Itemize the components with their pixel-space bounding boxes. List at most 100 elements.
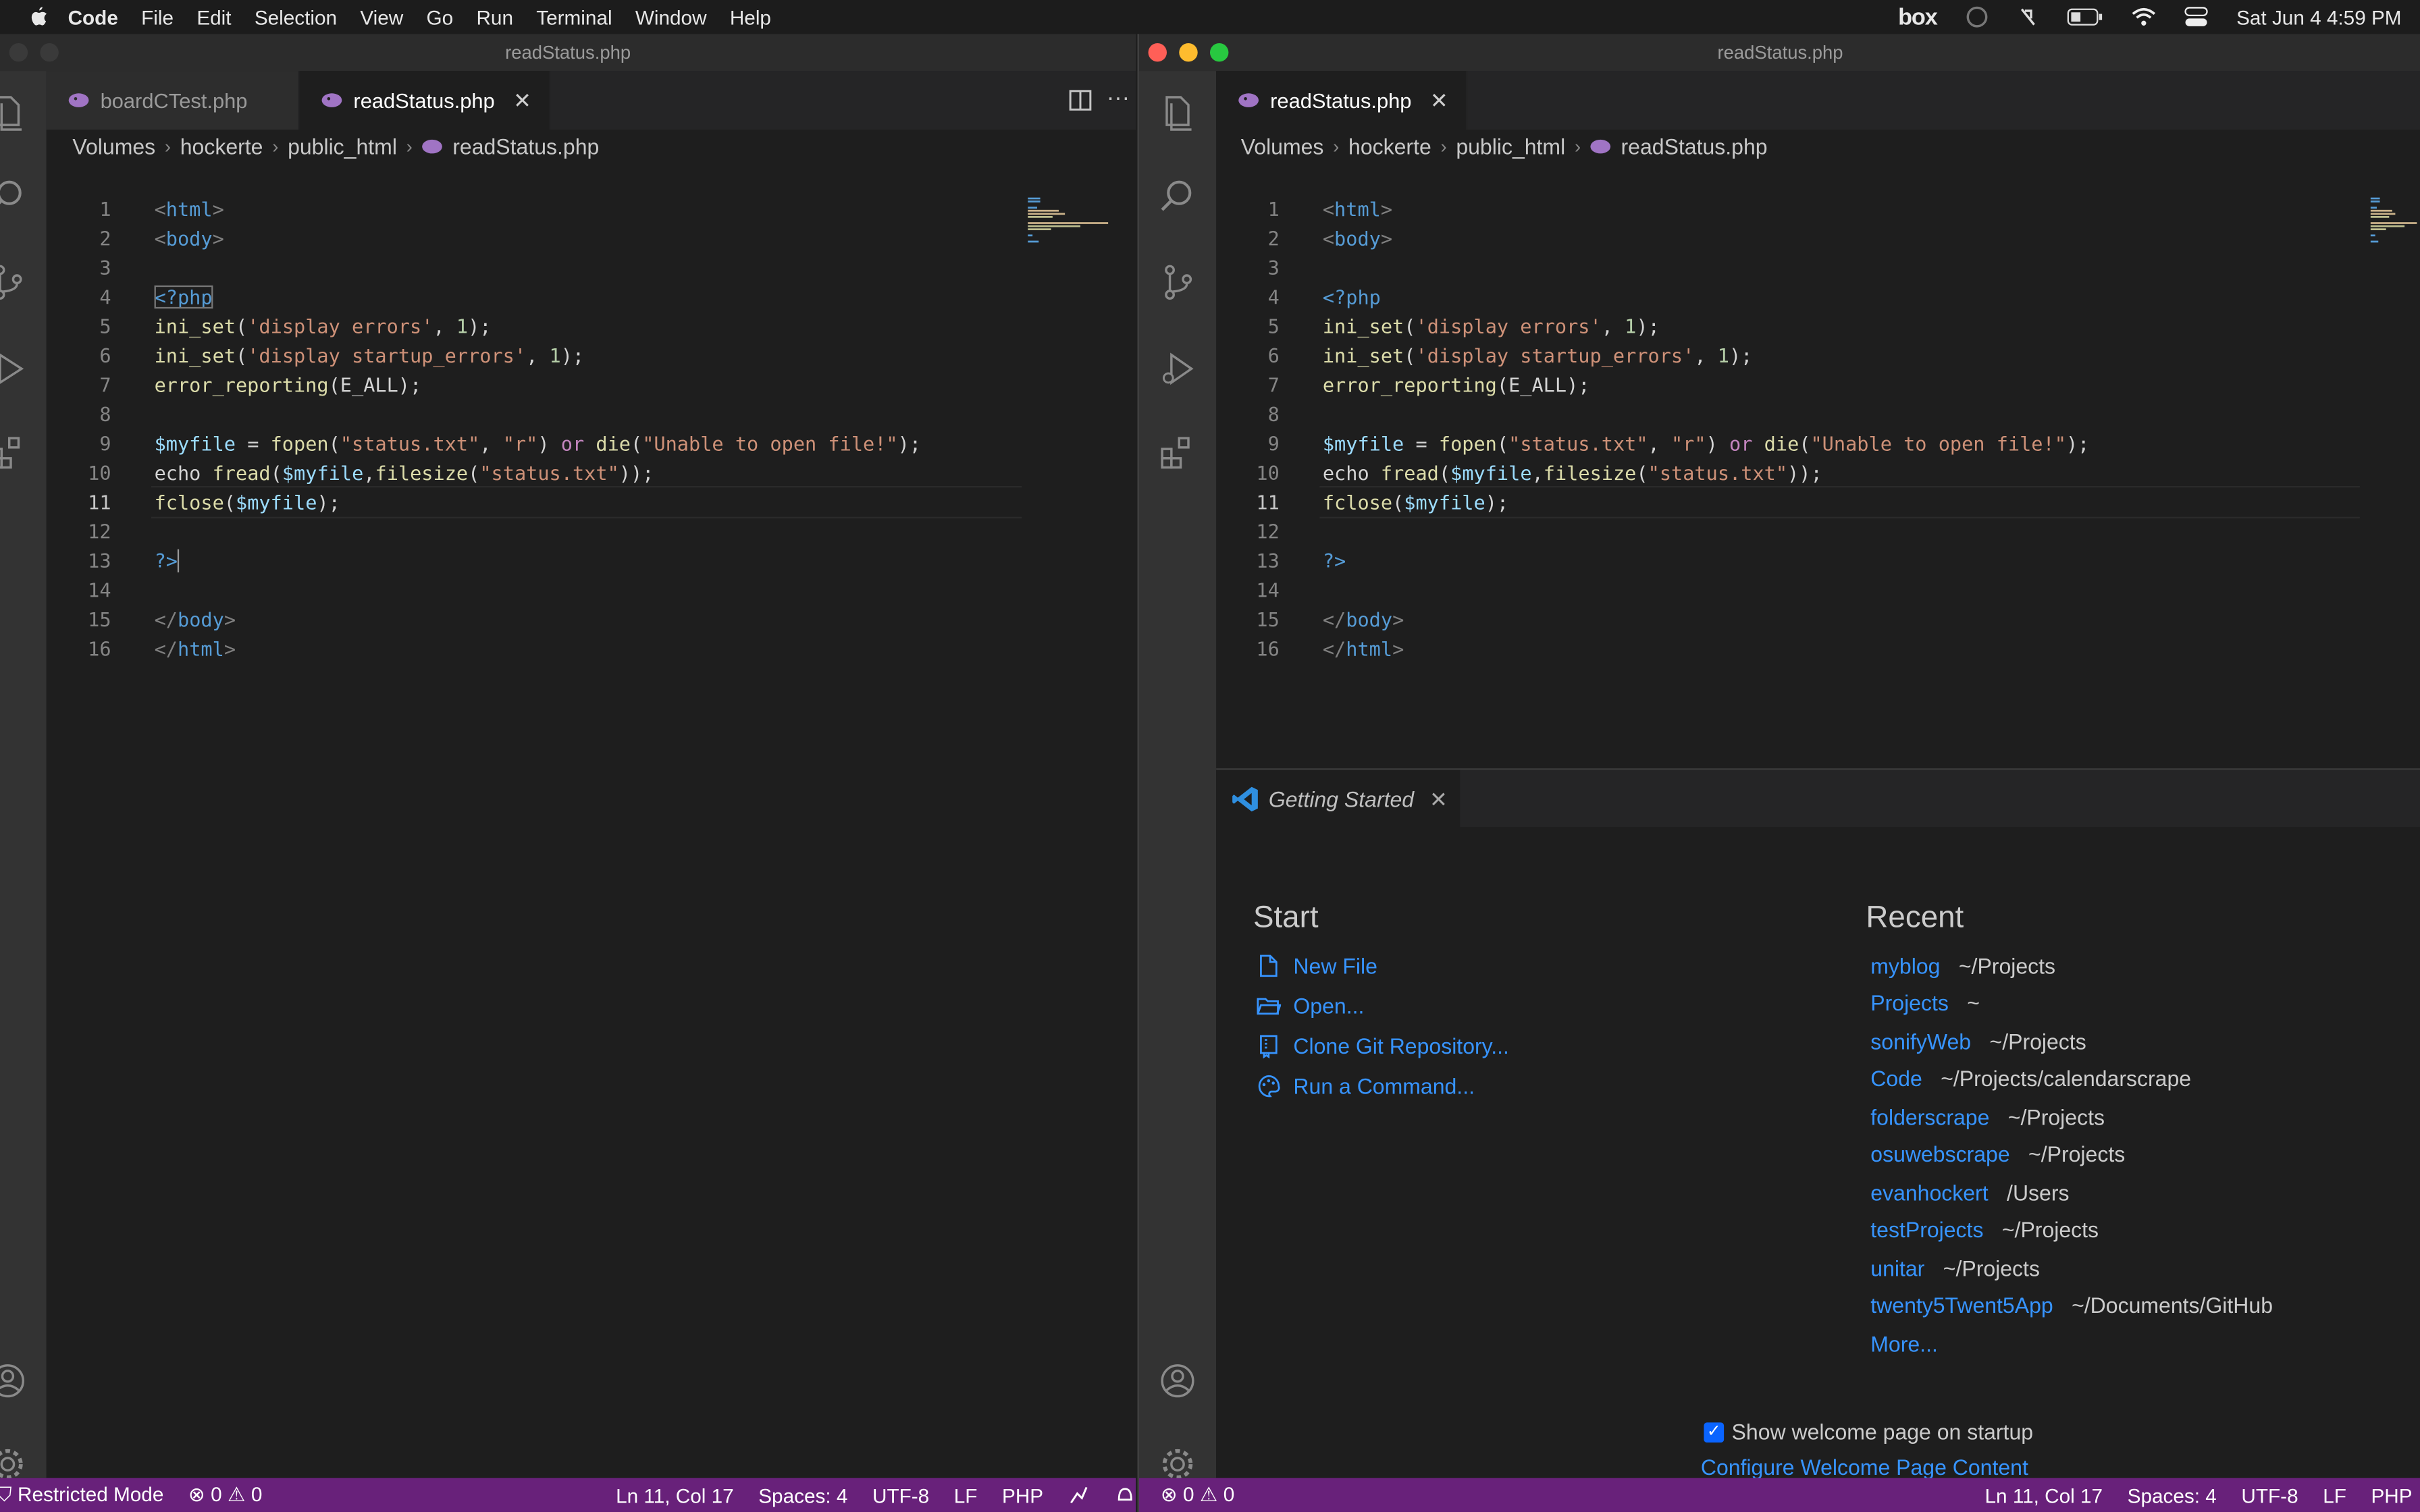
- tab-getting-started[interactable]: Getting Started ✕: [1216, 770, 1461, 829]
- problems-indicator[interactable]: ⊗ 0 ⚠ 0: [188, 1483, 262, 1508]
- recent-item[interactable]: unitar ~/Projects: [1870, 1256, 2040, 1281]
- welcome-page: Start New File Open... Clone Git Reposit…: [1216, 827, 2420, 1480]
- apple-icon[interactable]: [28, 6, 49, 28]
- code-line: ?>: [154, 546, 180, 575]
- close-icon[interactable]: ✕: [1429, 786, 1448, 813]
- recent-item[interactable]: twenty5Twent5App ~/Documents/GitHub: [1870, 1293, 2273, 1318]
- end-of-line[interactable]: LF: [954, 1484, 978, 1507]
- configure-welcome-link[interactable]: Configure Welcome Page Content: [1701, 1455, 2028, 1480]
- source-control-icon[interactable]: [1157, 263, 1197, 302]
- code-line: <html>: [154, 197, 224, 221]
- recent-item[interactable]: testProjects ~/Projects: [1870, 1217, 2099, 1242]
- more-actions-icon[interactable]: ···: [1107, 85, 1130, 111]
- tab-boardctest[interactable]: boardCTest.php: [46, 71, 300, 130]
- menu-terminal[interactable]: Terminal: [536, 5, 612, 28]
- minimize-window-button[interactable]: [40, 43, 59, 62]
- indentation[interactable]: Spaces: 4: [2128, 1484, 2217, 1507]
- language-mode[interactable]: PHP: [1002, 1484, 1043, 1507]
- search-icon[interactable]: [1157, 176, 1197, 216]
- encoding[interactable]: UTF-8: [2241, 1484, 2298, 1507]
- explorer-icon[interactable]: [1157, 92, 1197, 132]
- source-control-icon[interactable]: [0, 263, 28, 302]
- run-command-link[interactable]: Run a Command...: [1257, 1074, 1475, 1098]
- code-editor[interactable]: 1 2 3 4 5 6 7 8 9 10 11 12 13 14 15 16 <…: [1217, 194, 2360, 688]
- tab-readstatus[interactable]: readStatus.php ✕: [299, 71, 552, 130]
- cursor-position[interactable]: Ln 11, Col 17: [1985, 1484, 2103, 1507]
- minimap[interactable]: [2367, 197, 2420, 244]
- minimize-window-button[interactable]: [1179, 43, 1198, 62]
- close-icon[interactable]: ✕: [1430, 87, 1448, 113]
- breadcrumb-item[interactable]: public_html: [1456, 134, 1565, 159]
- php-file-icon: [1238, 93, 1259, 107]
- tab-readstatus[interactable]: readStatus.php ✕: [1216, 71, 1469, 130]
- run-debug-icon[interactable]: [0, 349, 28, 389]
- run-debug-icon[interactable]: [1157, 349, 1197, 389]
- menu-edit[interactable]: Edit: [196, 5, 231, 28]
- sync-icon[interactable]: [1965, 5, 1990, 30]
- indentation[interactable]: Spaces: 4: [758, 1484, 847, 1507]
- extensions-icon[interactable]: [1157, 432, 1197, 472]
- bell-icon[interactable]: [1114, 1484, 1136, 1506]
- more-recent-link[interactable]: More...: [1870, 1332, 1956, 1357]
- breadcrumb-item[interactable]: readStatus.php: [1621, 134, 1768, 159]
- line-number: 8: [99, 402, 111, 426]
- breadcrumb-item[interactable]: hockerte: [1348, 134, 1431, 159]
- minimap[interactable]: [1025, 197, 1117, 244]
- app-menu[interactable]: Code: [68, 5, 118, 28]
- line-number: 4: [1267, 285, 1280, 309]
- menu-selection[interactable]: Selection: [255, 5, 337, 28]
- search-icon[interactable]: [0, 176, 28, 216]
- mute-icon[interactable]: [2018, 6, 2039, 28]
- recent-item[interactable]: Projects ~: [1870, 990, 1980, 1015]
- clone-git-repository-link[interactable]: Clone Git Repository...: [1257, 1033, 1509, 1058]
- recent-item[interactable]: Code ~/Projects/calendarscrape: [1870, 1066, 2191, 1091]
- battery-icon[interactable]: [2067, 7, 2104, 26]
- recent-item[interactable]: myblog ~/Projects: [1870, 954, 2055, 979]
- feedback-icon[interactable]: [1068, 1484, 1090, 1506]
- control-center-icon[interactable]: [2184, 6, 2209, 28]
- chevron-right-icon: ›: [1440, 136, 1447, 158]
- restricted-mode-indicator[interactable]: ⛉ Restricted Mode: [0, 1483, 163, 1508]
- breadcrumb-item[interactable]: hockerte: [180, 134, 263, 159]
- chevron-right-icon: ›: [1574, 136, 1581, 158]
- code-line: <body>: [154, 226, 224, 250]
- recent-item[interactable]: osuwebscrape ~/Projects: [1870, 1141, 2125, 1166]
- show-welcome-checkbox[interactable]: ✓ Show welcome page on startup: [1704, 1420, 2033, 1444]
- wifi-icon[interactable]: [2132, 7, 2157, 26]
- menu-view[interactable]: View: [360, 5, 403, 28]
- menu-go[interactable]: Go: [427, 5, 454, 28]
- close-window-button[interactable]: [9, 43, 28, 62]
- end-of-line[interactable]: LF: [2323, 1484, 2346, 1507]
- encoding[interactable]: UTF-8: [872, 1484, 929, 1507]
- close-icon[interactable]: ✕: [513, 87, 531, 113]
- left-editor-window: readStatus.php boardCTest.php readStatus…: [0, 34, 1136, 1512]
- menu-run[interactable]: Run: [476, 5, 513, 28]
- tab-label: boardCTest.php: [100, 88, 248, 112]
- menu-window[interactable]: Window: [635, 5, 707, 28]
- maximize-window-button[interactable]: [1209, 43, 1229, 62]
- accounts-icon[interactable]: [0, 1361, 28, 1401]
- accounts-icon[interactable]: [1157, 1361, 1197, 1401]
- recent-item[interactable]: evanhockert/Users: [1870, 1181, 2069, 1206]
- explorer-icon[interactable]: [0, 92, 28, 132]
- recent-item[interactable]: sonifyWeb ~/Projects: [1870, 1029, 2086, 1054]
- box-icon[interactable]: box: [1898, 4, 1938, 30]
- clock[interactable]: Sat Jun 4 4:59 PM: [2236, 5, 2401, 28]
- cursor-position[interactable]: Ln 11, Col 17: [616, 1484, 734, 1507]
- recent-item[interactable]: folderscrape ~/Projects: [1870, 1105, 2105, 1130]
- language-mode[interactable]: PHP: [2371, 1484, 2412, 1507]
- new-file-link[interactable]: New File: [1257, 954, 1377, 978]
- code-editor[interactable]: 1 2 3 4 5 6 7 8 9 10 11 12 13 14 15 16 <…: [49, 194, 1037, 688]
- extensions-icon[interactable]: [0, 432, 28, 472]
- open-link[interactable]: Open...: [1257, 994, 1364, 1019]
- split-editor-icon[interactable]: [1068, 88, 1093, 113]
- breadcrumb-item[interactable]: Volumes: [72, 134, 155, 159]
- menu-file[interactable]: File: [141, 5, 174, 28]
- breadcrumb-item[interactable]: Volumes: [1241, 134, 1324, 159]
- menu-help[interactable]: Help: [730, 5, 771, 28]
- breadcrumb-item[interactable]: public_html: [288, 134, 397, 159]
- problems-indicator[interactable]: ⊗ 0 ⚠ 0: [1161, 1483, 1234, 1508]
- breadcrumb-item[interactable]: readStatus.php: [452, 134, 599, 159]
- code-line: error_reporting(E_ALL);: [1322, 373, 1590, 397]
- close-window-button[interactable]: [1148, 43, 1167, 62]
